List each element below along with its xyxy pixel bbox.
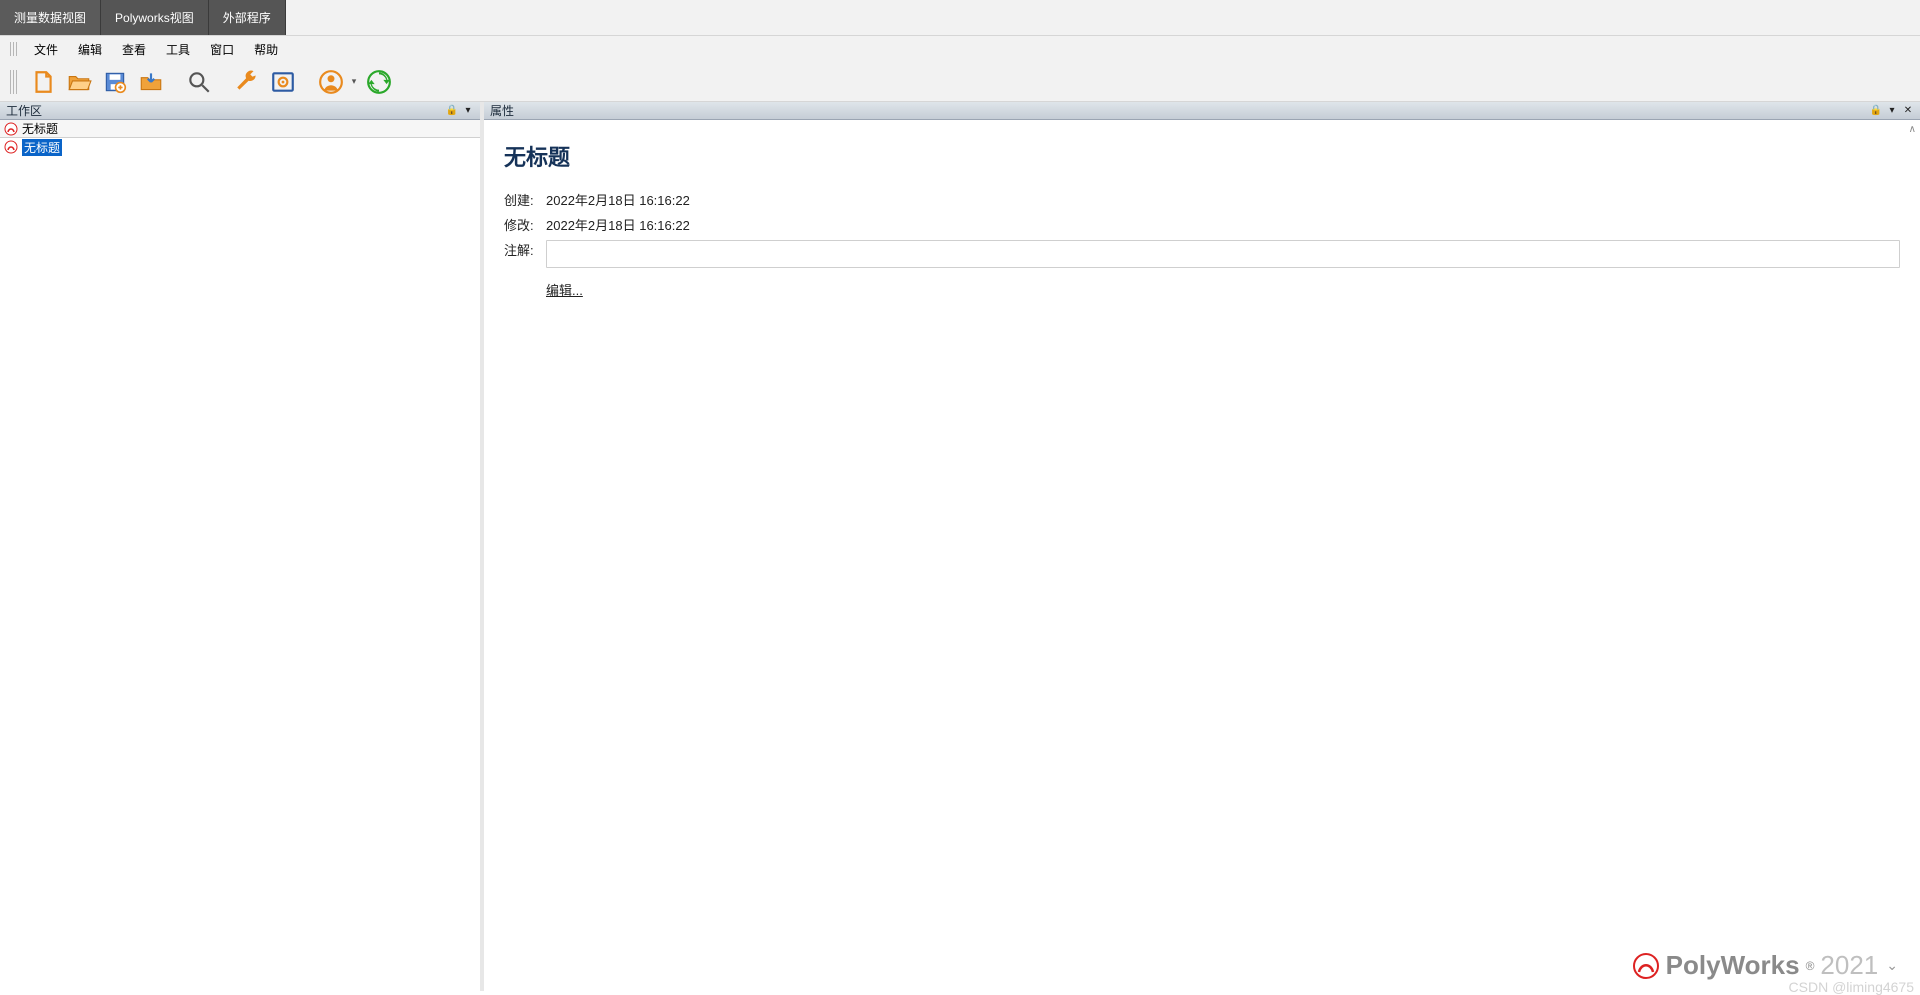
settings-icon	[270, 69, 296, 95]
save-icon	[102, 69, 128, 95]
workspace-title: 工作区	[6, 102, 442, 119]
toolbar: ▾	[0, 62, 1920, 102]
import-button[interactable]	[134, 65, 168, 99]
chevron-down-icon[interactable]: ▾	[462, 105, 474, 117]
mode-tabstrip: 测量数据视图 Polyworks视图 外部程序	[0, 0, 1920, 36]
notes-label: 注解:	[504, 240, 546, 259]
brand-badge: PolyWorks ® 2021 ⌄	[1632, 950, 1898, 981]
project-icon	[4, 140, 18, 154]
user-icon	[318, 69, 344, 95]
polyworks-logo-icon	[1632, 952, 1660, 980]
created-value: 2022年2月18日 16:16:22	[546, 190, 1900, 209]
tab-label: Polyworks视图	[115, 9, 194, 26]
menubar: 文件 编辑 查看 工具 窗口 帮助	[0, 36, 1920, 62]
tools-button[interactable]	[230, 65, 264, 99]
workspace-header: 工作区 🔒 ▾	[0, 102, 480, 120]
scroll-up-icon[interactable]: ∧	[1909, 124, 1916, 135]
tree-item-label: 无标题	[22, 139, 62, 156]
brand-year: 2021	[1820, 950, 1878, 981]
properties-heading: 无标题	[504, 140, 1900, 172]
pin-icon[interactable]: 🔒	[1870, 105, 1882, 117]
tab-polyworks-view[interactable]: Polyworks视图	[101, 0, 209, 35]
open-folder-icon	[66, 69, 92, 95]
tree-root-label: 无标题	[22, 120, 58, 137]
workspace-tree: 无标题 无标题	[0, 120, 480, 991]
menu-view[interactable]: 查看	[112, 41, 156, 58]
gripper-icon	[10, 42, 18, 56]
search-button[interactable]	[182, 65, 216, 99]
menu-help[interactable]: 帮助	[244, 41, 288, 58]
tab-label: 测量数据视图	[14, 9, 86, 26]
brand-name: PolyWorks	[1666, 950, 1800, 981]
user-button[interactable]	[314, 65, 348, 99]
gripper-icon	[10, 70, 18, 94]
properties-title: 属性	[490, 102, 1866, 119]
wrench-icon	[234, 69, 260, 95]
project-icon	[4, 122, 18, 136]
import-icon	[138, 69, 164, 95]
save-button[interactable]	[98, 65, 132, 99]
modified-value: 2022年2月18日 16:16:22	[546, 215, 1900, 234]
search-icon	[186, 69, 212, 95]
menu-window[interactable]: 窗口	[200, 41, 244, 58]
menu-file[interactable]: 文件	[24, 41, 68, 58]
pin-icon[interactable]: 🔒	[446, 105, 458, 117]
settings-button[interactable]	[266, 65, 300, 99]
properties-header: 属性 🔒 ▾ ✕	[484, 102, 1920, 120]
tab-measurement-view[interactable]: 测量数据视图	[0, 0, 101, 35]
brand-reg: ®	[1806, 959, 1815, 973]
close-icon[interactable]: ✕	[1902, 105, 1914, 117]
refresh-button[interactable]	[362, 65, 396, 99]
chevron-down-icon[interactable]: ⌄	[1886, 957, 1898, 974]
modified-label: 修改:	[504, 215, 546, 234]
menu-tools[interactable]: 工具	[156, 41, 200, 58]
menu-edit[interactable]: 编辑	[68, 41, 112, 58]
tab-external-programs[interactable]: 外部程序	[209, 0, 286, 35]
edit-notes-link[interactable]: 编辑...	[546, 280, 583, 299]
created-label: 创建:	[504, 190, 546, 209]
new-file-icon	[30, 69, 56, 95]
properties-panel: 属性 🔒 ▾ ✕ ∧ 无标题 创建: 2022年2月18日 16:16:22 修…	[484, 102, 1920, 991]
chevron-down-icon[interactable]: ▾	[1886, 105, 1898, 117]
workspace-panel: 工作区 🔒 ▾ 无标题 无标题	[0, 102, 484, 991]
user-dropdown[interactable]: ▾	[348, 76, 360, 87]
tree-root[interactable]: 无标题	[0, 120, 480, 138]
new-file-button[interactable]	[26, 65, 60, 99]
main-split: 工作区 🔒 ▾ 无标题 无标题 属性 🔒 ▾ ✕	[0, 102, 1920, 991]
tab-label: 外部程序	[223, 9, 271, 26]
tree-item[interactable]: 无标题	[0, 138, 480, 156]
reload-icon	[366, 69, 392, 95]
open-button[interactable]	[62, 65, 96, 99]
notes-input[interactable]	[546, 240, 1900, 268]
properties-body: ∧ 无标题 创建: 2022年2月18日 16:16:22 修改: 2022年2…	[484, 120, 1920, 991]
